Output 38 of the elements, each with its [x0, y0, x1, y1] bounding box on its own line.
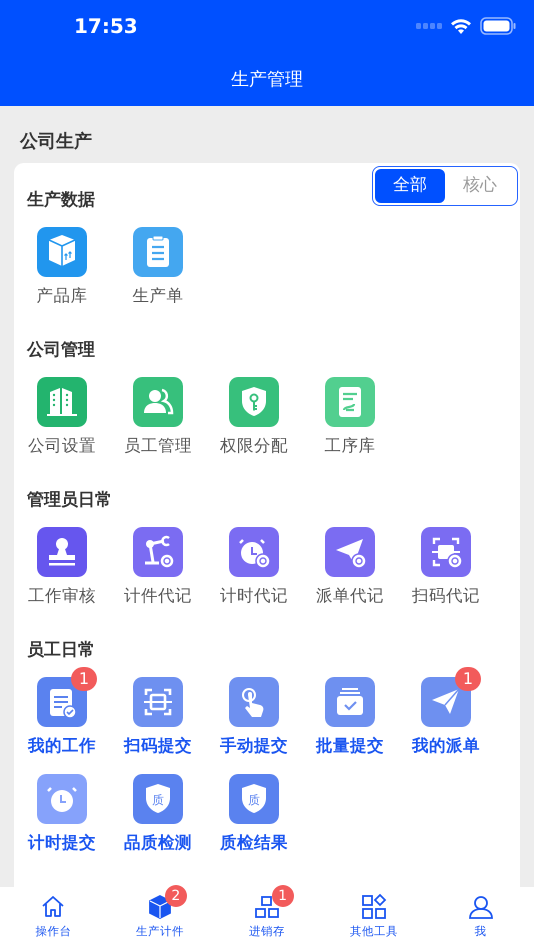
group-title: 员工日常 [26, 639, 96, 662]
menu-item[interactable]: 产品库 [36, 227, 88, 307]
menu-item[interactable]: 工作审核 [28, 527, 96, 607]
count-badge: 1 [71, 667, 97, 691]
tab-bar-item[interactable]: 进销存 1 [214, 887, 320, 950]
group-title: 生产数据 [26, 189, 96, 212]
tab-bar-item[interactable]: 其他工具 [320, 887, 428, 950]
wifi-icon [450, 18, 472, 34]
signal-icon [416, 23, 442, 29]
menu-item[interactable]: 手动提交 [220, 677, 288, 757]
menu-item[interactable]: 计时提交 [28, 774, 96, 854]
tab-bar-item[interactable]: 生产计件 2 [106, 887, 214, 950]
filter-tab[interactable]: 全部 [375, 169, 445, 203]
count-badge: 1 [272, 885, 294, 907]
tab-bar-item[interactable]: 我 [427, 887, 534, 950]
menu-item[interactable]: 计件代记 [124, 527, 192, 607]
menu-item[interactable]: 扫码代记 [412, 527, 480, 607]
section-title: 公司生产 [20, 131, 92, 152]
status-time: 17:53 [74, 13, 138, 40]
menu-item[interactable]: 计时代记 [220, 527, 288, 607]
menu-item[interactable]: 质 品质检测 [124, 774, 192, 854]
menu-item[interactable]: 工序库 [324, 377, 376, 457]
group-title: 公司管理 [26, 339, 96, 362]
page-title: 生产管理 [231, 68, 303, 92]
menu-item[interactable]: 质 质检结果 [220, 774, 288, 854]
menu-item[interactable]: 员工管理 [124, 377, 192, 457]
quality-icon: 质 [133, 774, 183, 824]
menu-item[interactable]: 生产单 [132, 227, 184, 307]
tab-bar-item[interactable]: 操作台 [0, 887, 107, 950]
menu-item[interactable]: 派单代记 [316, 527, 384, 607]
battery-icon [480, 17, 516, 35]
group-title: 管理员日常 [26, 489, 113, 512]
quality-icon: 质 [229, 774, 279, 824]
menu-item[interactable]: 批量提交 [316, 677, 384, 757]
menu-item[interactable]: 公司设置 [28, 377, 96, 457]
count-badge: 1 [455, 667, 481, 691]
menu-item[interactable]: 扫码提交 [124, 677, 192, 757]
menu-item[interactable]: 权限分配 [220, 377, 288, 457]
